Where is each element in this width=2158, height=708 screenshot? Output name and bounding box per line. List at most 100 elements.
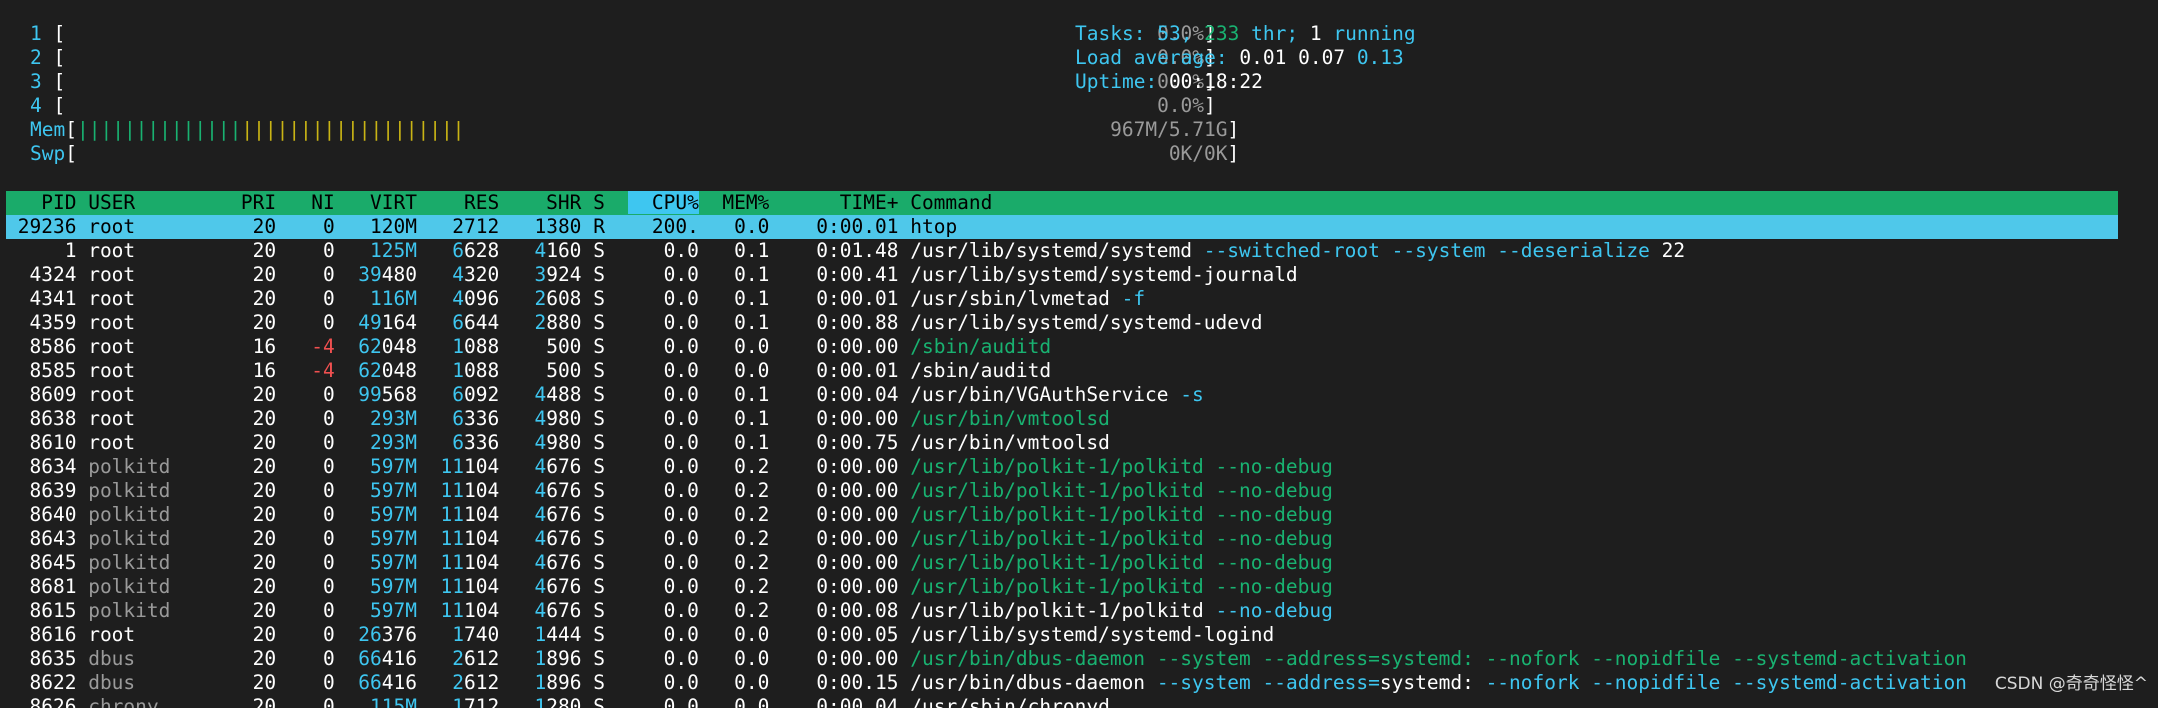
column-header-mem[interactable]: MEM%	[711, 191, 769, 214]
load-average-line: Load average: 0.01 0.07 0.13	[1075, 46, 1404, 69]
mem-meter: Mem[||||||||||||||||||||||||||||||||| 96…	[30, 118, 1240, 141]
command-cell: /usr/lib/polkit-1/polkitd	[910, 575, 1204, 598]
uptime-line: Uptime: 00:18:22	[1075, 70, 1263, 93]
cpu-meter-2: 2 [ 0.0%]	[30, 46, 1216, 69]
shr-cell: 4676	[534, 527, 582, 550]
shr-cell: 1444	[534, 623, 582, 646]
mem-cell: 0.2	[710, 527, 770, 550]
virt-cell: 26376	[358, 623, 418, 646]
pri-cell: 20	[205, 503, 277, 526]
ni-cell: 0	[287, 647, 335, 670]
process-row[interactable]: 8681 polkitd 20 0 597M 11104 4676 S 0.0 …	[6, 575, 2118, 599]
res-cell: 1712	[452, 695, 500, 708]
pid-cell: 8610	[6, 431, 77, 454]
column-header-time[interactable]: TIME+	[781, 191, 899, 214]
virt-cell: 66416	[358, 647, 418, 670]
pid-cell: 8615	[6, 599, 77, 622]
pri-cell: 20	[205, 671, 277, 694]
cpu-meter-1: 1 [ 0.0%]	[30, 22, 1216, 45]
ni-cell: 0	[287, 599, 335, 622]
process-row[interactable]: 8586 root 16 -4 62048 1088 500 S 0.0 0.0…	[6, 335, 2118, 359]
pid-cell: 8681	[6, 575, 77, 598]
time-cell: 0:00.05	[781, 623, 899, 646]
process-row[interactable]: 8585 root 16 -4 62048 1088 500 S 0.0 0.0…	[6, 359, 2118, 383]
process-table-header[interactable]: PID USER PRI NI VIRT RES SHR S CPU% MEM%…	[6, 191, 2118, 215]
mem-cell: 0.0	[710, 215, 770, 238]
ni-cell: 0	[287, 407, 335, 430]
virt-cell: 597M	[370, 479, 417, 502]
mem-cell: 0.0	[710, 695, 770, 708]
user-cell: dbus	[88, 647, 194, 670]
meters-right: Tasks: 53, 233 thr; 1 running Load avera…	[1075, 22, 1416, 94]
column-header-ni[interactable]: NI	[288, 191, 335, 214]
ni-cell: 0	[287, 575, 335, 598]
process-row[interactable]: 8610 root 20 0 293M 6336 4980 S 0.0 0.1 …	[6, 431, 2118, 455]
process-row[interactable]: 8622 dbus 20 0 66416 2612 1896 S 0.0 0.0…	[6, 671, 2118, 695]
column-header-shr[interactable]: SHR	[511, 191, 581, 214]
pid-cell: 4324	[6, 263, 77, 286]
process-row[interactable]: 29236 root 20 0 120M 2712 1380 R 200. 0.…	[6, 215, 2118, 239]
column-header-pid[interactable]: PID	[6, 191, 76, 214]
virt-cell: 597M	[370, 599, 417, 622]
shr-cell: 4980	[534, 431, 582, 454]
process-row[interactable]: 8626 chrony 20 0 115M 1712 1280 S 0.0 0.…	[6, 695, 2118, 708]
process-row[interactable]: 8638 root 20 0 293M 6336 4980 S 0.0 0.1 …	[6, 407, 2118, 431]
state-cell: S	[593, 599, 617, 622]
mem-cell: 0.2	[710, 479, 770, 502]
pid-cell: 8638	[6, 407, 77, 430]
process-row[interactable]: 4324 root 20 0 39480 4320 3924 S 0.0 0.1…	[6, 263, 2118, 287]
shr-cell: 4676	[534, 455, 582, 478]
column-header-cpu[interactable]: CPU%	[628, 191, 699, 214]
shr-cell: 2608	[534, 287, 582, 310]
pid-cell: 8609	[6, 383, 77, 406]
state-cell: S	[593, 575, 617, 598]
column-header-s[interactable]: S	[593, 191, 616, 214]
cpu-cell: 0.0	[628, 551, 699, 574]
state-cell: S	[593, 407, 617, 430]
res-cell: 11104	[440, 599, 500, 622]
res-cell: 4320	[452, 263, 500, 286]
shr-cell: 1380	[534, 215, 582, 238]
command-cell: /usr/lib/polkit-1/polkitd	[910, 599, 1204, 622]
time-cell: 0:00.00	[781, 503, 899, 526]
res-cell: 2612	[452, 647, 500, 670]
user-cell: root	[88, 239, 194, 262]
process-row[interactable]: 8643 polkitd 20 0 597M 11104 4676 S 0.0 …	[6, 527, 2118, 551]
user-cell: root	[88, 287, 194, 310]
cpu-cell: 0.0	[628, 623, 699, 646]
time-cell: 0:00.01	[781, 215, 899, 238]
process-row[interactable]: 8640 polkitd 20 0 597M 11104 4676 S 0.0 …	[6, 503, 2118, 527]
res-cell: 11104	[440, 551, 500, 574]
column-header-command[interactable]: Command	[910, 191, 992, 214]
virt-cell: 62048	[358, 359, 418, 382]
process-row[interactable]: 8609 root 20 0 99568 6092 4488 S 0.0 0.1…	[6, 383, 2118, 407]
watermark: CSDN @奇奇怪怪^	[1994, 674, 2148, 694]
command-cell: /usr/lib/systemd/systemd-udevd	[910, 311, 1263, 334]
virt-cell: 597M	[370, 455, 417, 478]
process-row[interactable]: 4359 root 20 0 49164 6644 2880 S 0.0 0.1…	[6, 311, 2118, 335]
process-row[interactable]: 1 root 20 0 125M 6628 4160 S 0.0 0.1 0:0…	[6, 239, 2118, 263]
process-row[interactable]: 8615 polkitd 20 0 597M 11104 4676 S 0.0 …	[6, 599, 2118, 623]
state-cell: S	[593, 479, 617, 502]
process-row[interactable]: 8635 dbus 20 0 66416 2612 1896 S 0.0 0.0…	[6, 647, 2118, 671]
shr-cell: 500	[510, 335, 582, 358]
process-row[interactable]: 8616 root 20 0 26376 1740 1444 S 0.0 0.0…	[6, 623, 2118, 647]
pri-cell: 20	[205, 575, 277, 598]
pid-cell: 8634	[6, 455, 77, 478]
process-row[interactable]: 8639 polkitd 20 0 597M 11104 4676 S 0.0 …	[6, 479, 2118, 503]
res-cell: 11104	[440, 575, 500, 598]
column-header-pri[interactable]: PRI	[206, 191, 276, 214]
column-header-user[interactable]: USER	[88, 191, 194, 214]
column-header-virt[interactable]: VIRT	[347, 191, 417, 214]
process-row[interactable]: 8645 polkitd 20 0 597M 11104 4676 S 0.0 …	[6, 551, 2118, 575]
column-header-res[interactable]: RES	[429, 191, 499, 214]
process-table-body[interactable]: 29236 root 20 0 120M 2712 1380 R 200. 0.…	[6, 215, 2118, 708]
time-cell: 0:00.04	[781, 383, 899, 406]
command-cell: /usr/lib/polkit-1/polkitd	[910, 479, 1204, 502]
pid-cell: 8586	[6, 335, 77, 358]
process-row[interactable]: 4341 root 20 0 116M 4096 2608 S 0.0 0.1 …	[6, 287, 2118, 311]
mem-cell: 0.1	[710, 287, 770, 310]
process-row[interactable]: 8634 polkitd 20 0 597M 11104 4676 S 0.0 …	[6, 455, 2118, 479]
res-cell: 1088	[452, 335, 500, 358]
process-table[interactable]: PID USER PRI NI VIRT RES SHR S CPU% MEM%…	[6, 191, 2118, 708]
